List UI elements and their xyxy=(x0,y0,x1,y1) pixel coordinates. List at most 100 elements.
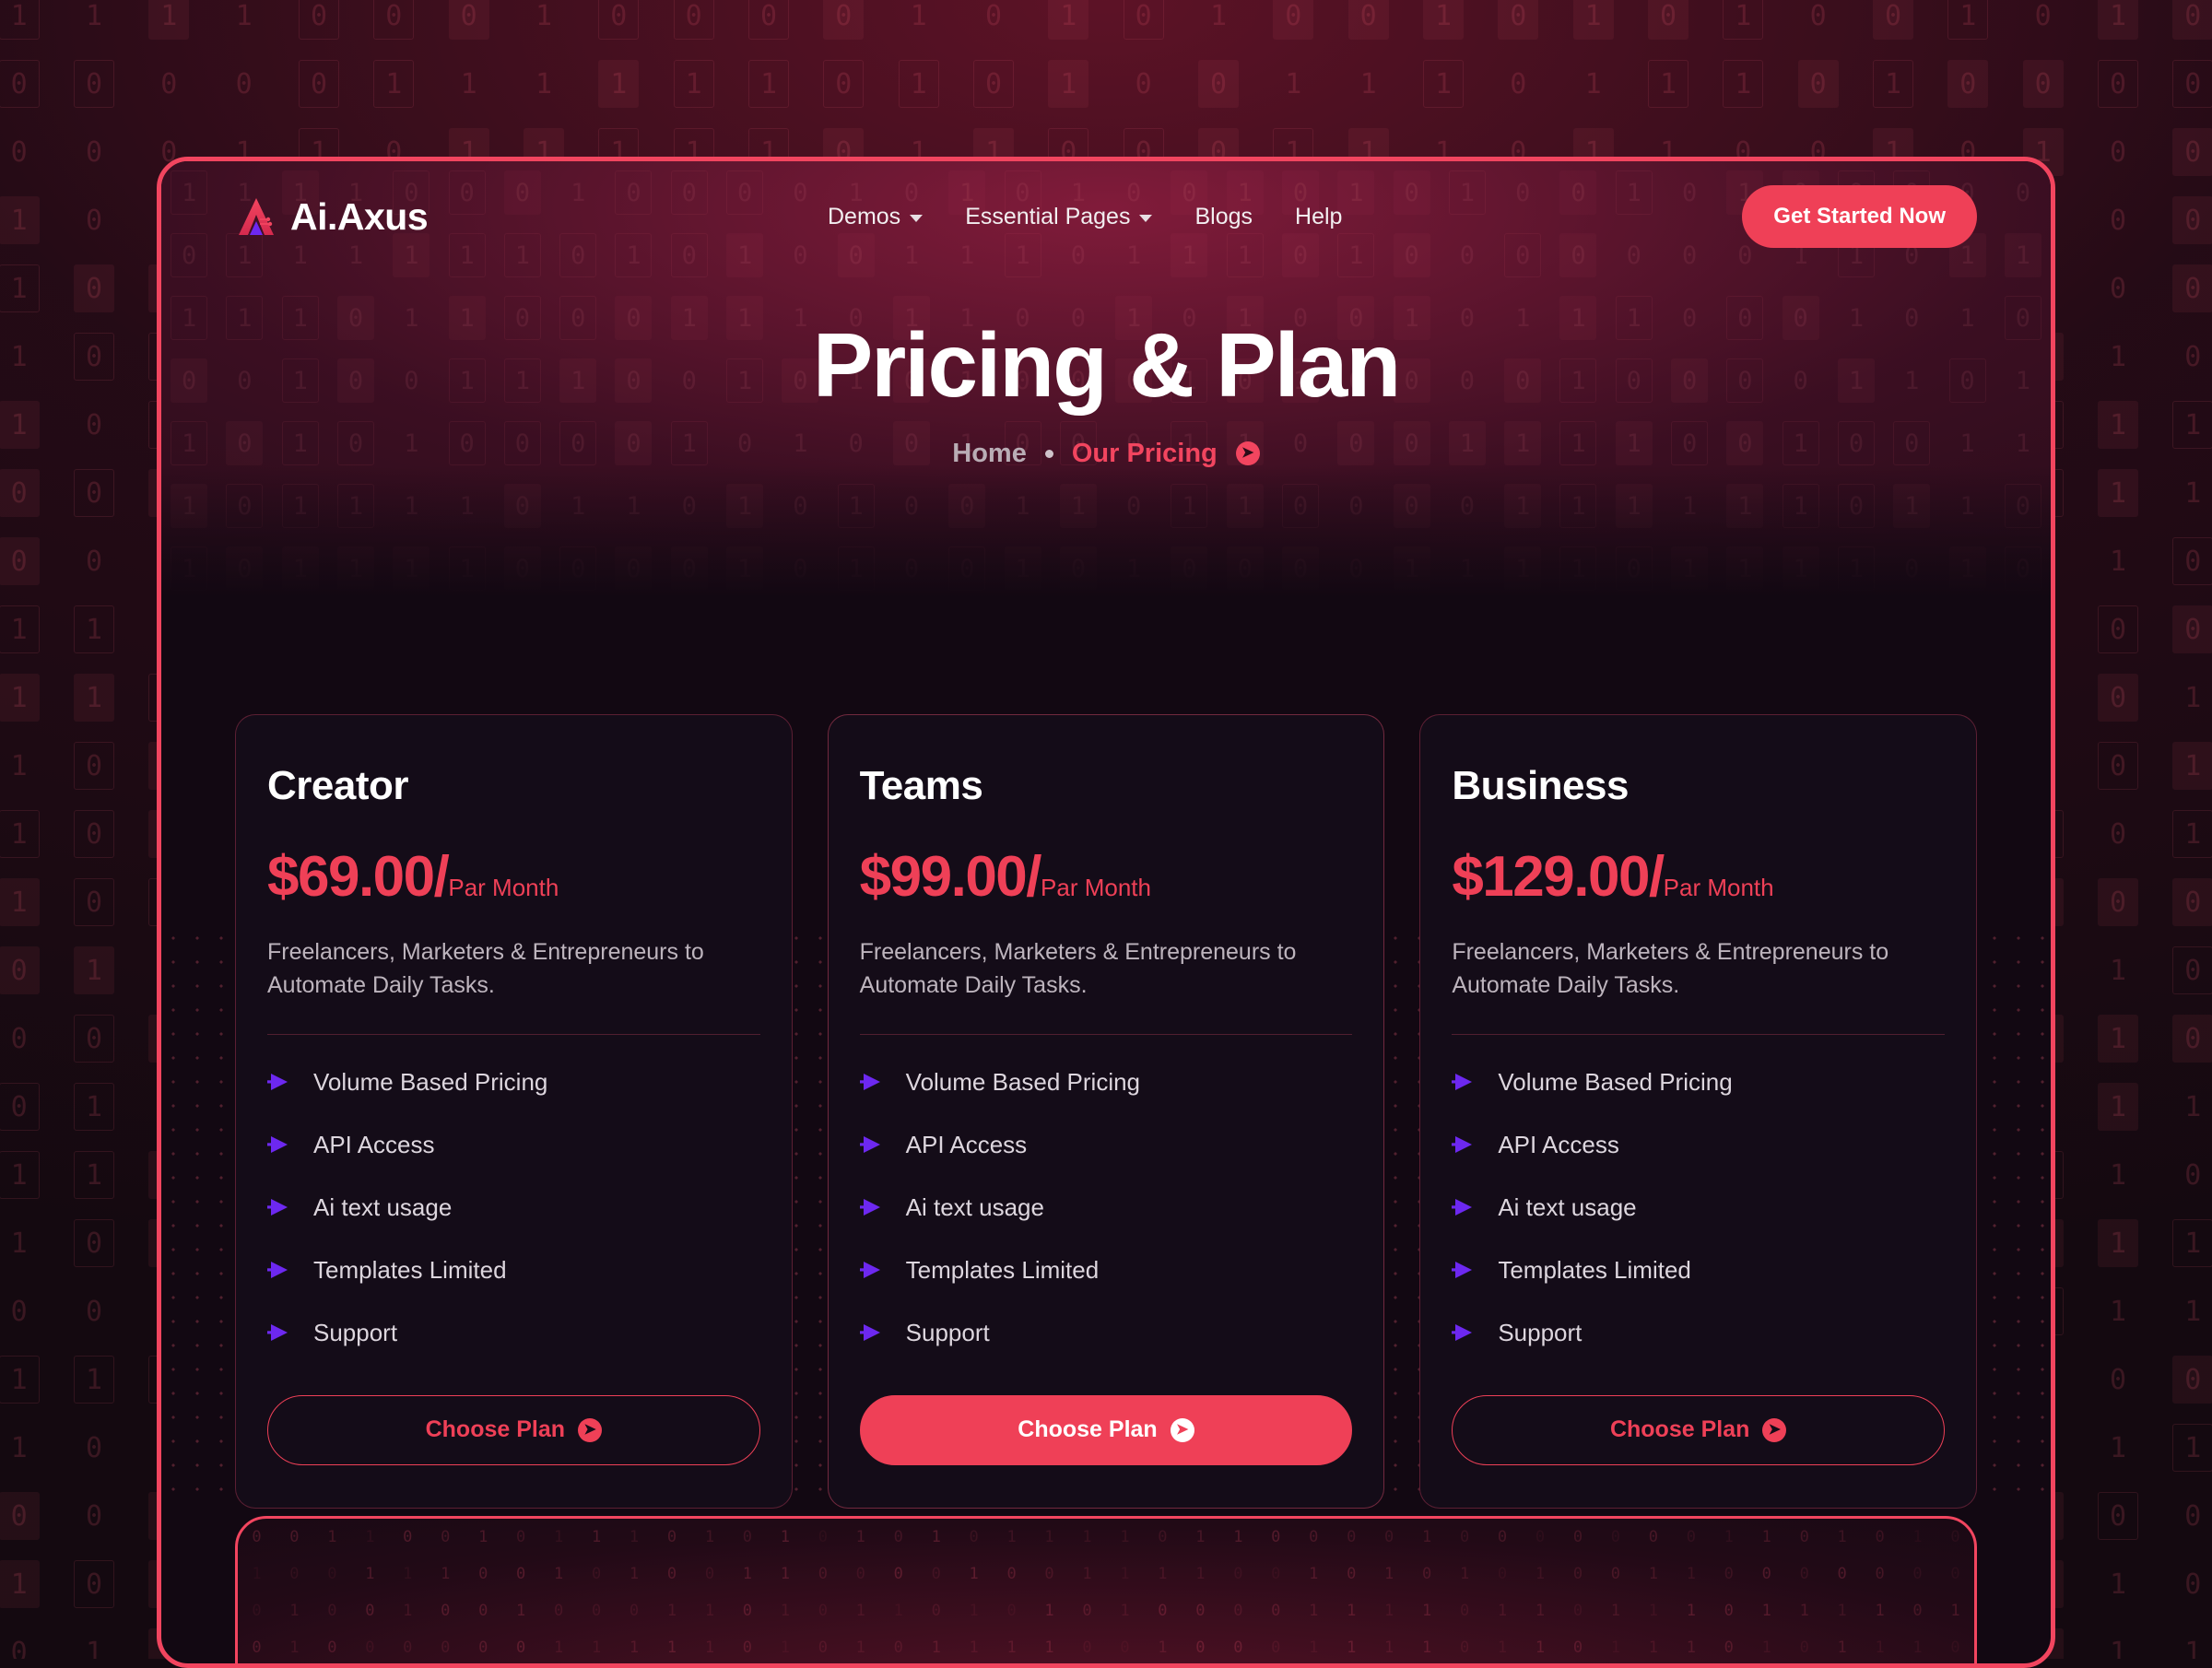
brand-logo[interactable]: Ai.Axus xyxy=(235,195,428,239)
hero-content: Pricing & Plan Home Our Pricing ➤ xyxy=(161,272,2051,469)
plan-feature-item: Ai text usage xyxy=(1452,1193,1945,1222)
hero-fade-overlay xyxy=(161,465,2051,622)
get-started-button[interactable]: Get Started Now xyxy=(1742,185,1977,248)
breadcrumb-separator-dot xyxy=(1045,450,1053,458)
plan-feature-item: Volume Based Pricing xyxy=(267,1068,760,1097)
plan-description: Freelancers, Marketers & Entrepreneurs t… xyxy=(860,935,1328,1003)
plan-feature-label: Ai text usage xyxy=(313,1193,452,1222)
arrow-right-circle-icon: ➤ xyxy=(578,1418,602,1442)
plan-feature-label: Support xyxy=(313,1319,397,1347)
browser-frame: 1111000100001010100101010010100000011111… xyxy=(157,157,2055,1668)
plan-feature-item: Templates Limited xyxy=(267,1256,760,1285)
breadcrumb: Home Our Pricing ➤ xyxy=(161,439,2051,469)
plan-name: Teams xyxy=(860,763,1353,809)
pricing-card-teams: Teams $99.00/Par Month Freelancers, Market… xyxy=(828,714,1385,1509)
plan-name: Business xyxy=(1452,763,1945,809)
brand-name: Ai.Axus xyxy=(290,195,428,239)
plan-feature-item: Templates Limited xyxy=(1452,1256,1945,1285)
nav-links: Demos Essential Pages Blogs Help xyxy=(428,204,1742,230)
choose-plan-label: Choose Plan xyxy=(426,1416,565,1443)
plan-feature-label: Volume Based Pricing xyxy=(906,1068,1140,1097)
choose-plan-label: Choose Plan xyxy=(1610,1416,1749,1443)
chevron-down-icon xyxy=(910,215,923,222)
card-divider xyxy=(267,1034,760,1035)
plan-feature-item: Templates Limited xyxy=(860,1256,1353,1285)
nav-item-essential-pages[interactable]: Essential Pages xyxy=(965,204,1152,230)
plan-price-period: Par Month xyxy=(1664,874,1774,902)
plan-feature-item: API Access xyxy=(1452,1131,1945,1159)
nav-item-help[interactable]: Help xyxy=(1295,204,1342,230)
nav-item-demos[interactable]: Demos xyxy=(828,204,923,230)
plan-feature-item: API Access xyxy=(860,1131,1353,1159)
plan-price-row: $99.00/Par Month xyxy=(860,844,1353,910)
arrow-play-icon xyxy=(860,1197,886,1217)
matrix-rain-pattern: 0011001011101010101011110110000100000001… xyxy=(238,1519,1974,1668)
arrow-play-icon xyxy=(1452,1134,1477,1155)
arrow-play-icon xyxy=(860,1322,886,1343)
card-divider xyxy=(1452,1034,1945,1035)
plan-description: Freelancers, Marketers & Entrepreneurs t… xyxy=(267,935,735,1003)
plan-description: Freelancers, Marketers & Entrepreneurs t… xyxy=(1452,935,1920,1003)
plan-feature-label: API Access xyxy=(1498,1131,1619,1159)
nav-item-label: Essential Pages xyxy=(965,204,1130,230)
plan-feature-label: Ai text usage xyxy=(1498,1193,1636,1222)
plan-feature-label: Templates Limited xyxy=(313,1256,507,1285)
arrow-play-icon xyxy=(267,1072,293,1092)
card-divider xyxy=(860,1034,1353,1035)
plan-feature-label: Support xyxy=(1498,1319,1582,1347)
plan-feature-item: Ai text usage xyxy=(860,1193,1353,1222)
pricing-card-business: Business$129.00/Par MonthFreelancers, Ma… xyxy=(1419,714,1977,1509)
plan-price-period: Par Month xyxy=(1041,874,1151,902)
breadcrumb-current[interactable]: Our Pricing xyxy=(1072,439,1218,469)
arrow-right-circle-icon: ➤ xyxy=(1236,441,1260,465)
plan-feature-label: Volume Based Pricing xyxy=(1498,1068,1732,1097)
arrow-play-icon xyxy=(860,1134,886,1155)
arrow-play-icon xyxy=(1452,1197,1477,1217)
choose-plan-button[interactable]: Choose Plan ➤ xyxy=(267,1395,760,1465)
plan-price-amount: $99.00/ xyxy=(860,844,1041,910)
chevron-down-icon xyxy=(1139,215,1152,222)
pricing-section: Creator$69.00/Par MonthFreelancers, Mark… xyxy=(161,622,2051,1509)
arrow-play-icon xyxy=(860,1072,886,1092)
arrow-play-icon xyxy=(1452,1322,1477,1343)
arrow-play-icon xyxy=(267,1197,293,1217)
plan-feature-item: Support xyxy=(860,1319,1353,1347)
page-title: Pricing & Plan xyxy=(161,318,2051,413)
choose-plan-button[interactable]: Choose Plan ➤ xyxy=(860,1395,1353,1465)
arrow-right-circle-icon: ➤ xyxy=(1762,1418,1786,1442)
ai-axus-logo-icon xyxy=(235,195,277,238)
plan-price-period: Par Month xyxy=(448,874,559,902)
arrow-right-circle-icon: ➤ xyxy=(1171,1418,1194,1442)
plan-feature-item: Volume Based Pricing xyxy=(1452,1068,1945,1097)
plan-feature-item: Support xyxy=(267,1319,760,1347)
arrow-play-icon xyxy=(860,1260,886,1280)
plan-feature-item: API Access xyxy=(267,1131,760,1159)
nav-item-label: Demos xyxy=(828,204,900,230)
plan-feature-label: API Access xyxy=(313,1131,435,1159)
plan-price-amount: $69.00/ xyxy=(267,844,448,910)
choose-plan-label: Choose Plan xyxy=(1018,1416,1157,1443)
plan-feature-label: API Access xyxy=(906,1131,1028,1159)
plan-feature-label: Ai text usage xyxy=(906,1193,1044,1222)
hero-section: 1111000100001010100101010010100000011111… xyxy=(161,161,2051,622)
bottom-panel: 0011001011101010101011110110000100000001… xyxy=(235,1516,1977,1668)
pricing-card-grid: Creator$69.00/Par MonthFreelancers, Mark… xyxy=(235,714,1977,1509)
plan-feature-label: Volume Based Pricing xyxy=(313,1068,547,1097)
plan-feature-label: Support xyxy=(906,1319,990,1347)
nav-item-label: Blogs xyxy=(1194,204,1253,230)
plan-price-row: $69.00/Par Month xyxy=(267,844,760,910)
choose-plan-button[interactable]: Choose Plan ➤ xyxy=(1452,1395,1945,1465)
arrow-play-icon xyxy=(267,1322,293,1343)
plan-feature-label: Templates Limited xyxy=(906,1256,1100,1285)
arrow-play-icon xyxy=(1452,1260,1477,1280)
arrow-play-icon xyxy=(1452,1072,1477,1092)
nav-item-blogs[interactable]: Blogs xyxy=(1194,204,1253,230)
arrow-play-icon xyxy=(267,1134,293,1155)
arrow-play-icon xyxy=(267,1260,293,1280)
plan-feature-item: Volume Based Pricing xyxy=(860,1068,1353,1097)
nav-item-label: Help xyxy=(1295,204,1342,230)
breadcrumb-home[interactable]: Home xyxy=(952,439,1027,469)
pricing-card-creator: Creator$69.00/Par MonthFreelancers, Mark… xyxy=(235,714,793,1509)
plan-feature-item: Support xyxy=(1452,1319,1945,1347)
navbar: Ai.Axus Demos Essential Pages Blogs Help Ge… xyxy=(161,161,2051,272)
